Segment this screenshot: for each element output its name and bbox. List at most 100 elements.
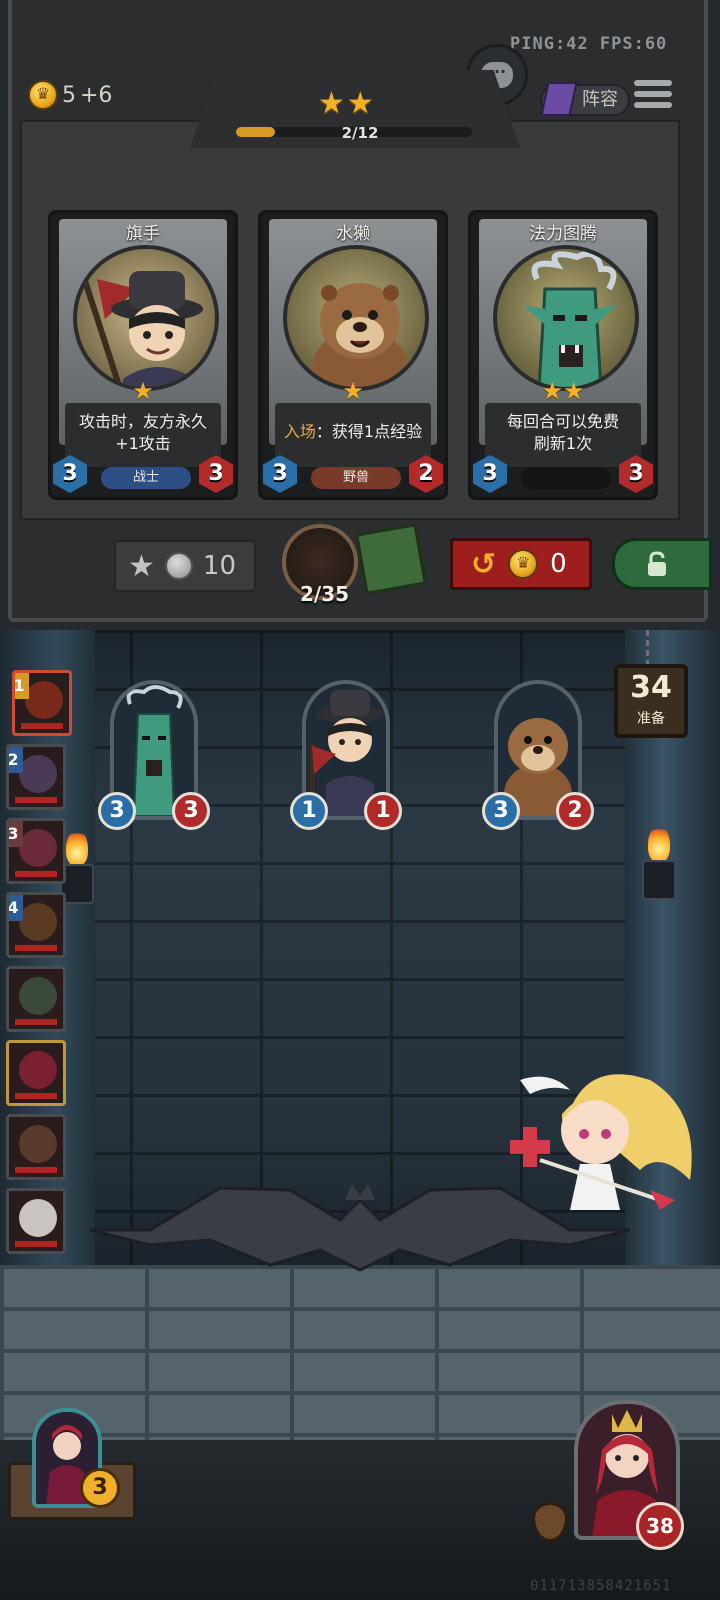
silver-coin-icon (164, 552, 193, 580)
board-unit-mana-totem[interactable]: 3 3 (98, 680, 210, 830)
wall-torch-right (640, 826, 680, 906)
lineup-button[interactable]: 阵容 (540, 82, 630, 116)
xp-progress-fill (236, 127, 276, 137)
angel-companion-icon (510, 1074, 692, 1210)
otter-portrait (283, 245, 429, 391)
avatar (19, 1199, 57, 1237)
ping-fps-readout: PING:42 FPS:60 (510, 34, 668, 54)
unit-attack: 3 (482, 792, 520, 830)
unit-health: 2 (556, 792, 594, 830)
shop-card-otter[interactable]: 水獭 ★ 入场：获得1点经验 野兽 3 2 (258, 210, 448, 500)
avatar (19, 1051, 57, 1089)
player-health-bar (15, 871, 57, 877)
player-slot-7[interactable] (6, 1114, 66, 1180)
lock-icon (648, 551, 666, 576)
gold-counter: 5 +6 (28, 80, 112, 110)
unit-attack: 1 (290, 792, 328, 830)
upgrade-cost: 10 (202, 551, 236, 581)
lineup-label: 阵容 (582, 89, 618, 110)
player-slot-3[interactable]: 3 (6, 818, 66, 884)
gold-coin-icon (28, 80, 58, 110)
board-unit-flagbearer[interactable]: 1 1 (290, 680, 402, 830)
ready-label: 准备 (637, 711, 665, 727)
menu-bar (634, 102, 672, 108)
card-desc-line: +1攻击 (115, 434, 171, 453)
player-health-bar (15, 1167, 57, 1173)
book-icon (540, 82, 578, 116)
upgrade-star-icon: ★ (128, 548, 155, 584)
card-desc-line: 每回合可以免费 (506, 412, 619, 431)
card-name: 水獭 (336, 224, 370, 244)
refresh-arrow-icon: ↺ (471, 546, 497, 582)
menu-button[interactable] (634, 80, 672, 116)
gold-coin-icon (508, 549, 539, 579)
player-rank: 1 (15, 673, 29, 699)
flame-icon (648, 826, 670, 862)
avatar (19, 755, 57, 793)
refresh-cost: 0 (550, 549, 567, 579)
player-health-bar (15, 1093, 57, 1099)
card-description: 每回合可以免费 刷新1次 (485, 403, 641, 467)
player-slot-4[interactable]: 4 (6, 892, 66, 958)
player-slot-5[interactable] (6, 966, 66, 1032)
card-description: 攻击时，友方永久 +1攻击 (65, 403, 221, 467)
player-rank: 4 (9, 895, 23, 921)
card-description: 入场：获得1点经验 (275, 403, 431, 467)
card-tribe: 战士 (101, 467, 191, 489)
flagbearer-portrait (73, 245, 219, 391)
mana-totem-portrait (493, 245, 639, 391)
card-name: 旗手 (126, 224, 160, 244)
avatar (19, 903, 57, 941)
hero-power-level: 3 (80, 1468, 120, 1508)
tavern-tier-stars: ★★ (318, 86, 376, 121)
card-name: 法力图腾 (529, 224, 597, 244)
torch-sconce (642, 860, 676, 900)
upgrade-tavern-button[interactable]: ★ 10 (114, 540, 256, 592)
avatar (25, 681, 63, 719)
player-slot-8[interactable] (6, 1188, 66, 1254)
card-desc-line: 刷新1次 (533, 434, 593, 453)
avatar (19, 1125, 57, 1163)
menu-bar (634, 80, 672, 86)
sign-chain (646, 630, 656, 666)
card-stars: ★ (342, 377, 364, 405)
card-tribe (521, 467, 611, 489)
player-rank: 2 (9, 747, 23, 773)
card-stars: ★★ (541, 377, 585, 405)
avatar (19, 829, 57, 867)
card-desc-line: ：获得1点经验 (315, 422, 423, 441)
shop-card-flagbearer[interactable]: 旗手 ★ 攻击时，友方永久 +1攻击 战士 3 3 (48, 210, 238, 500)
player-slot-1[interactable]: 1 (12, 670, 72, 736)
player-slot-2[interactable]: 2 (6, 744, 66, 810)
card-desc-line: 攻击时，友方永久 (78, 412, 207, 431)
player-rank: 3 (9, 821, 23, 847)
unit-attack: 3 (98, 792, 136, 830)
card-stars: ★ (132, 377, 154, 405)
player-health-bar (15, 797, 57, 803)
gold-amount: 5 (62, 82, 76, 108)
unit-health: 3 (172, 792, 210, 830)
xp-progress-text: 2/12 (341, 124, 379, 142)
refresh-shop-button[interactable]: ↺ 0 (450, 538, 592, 590)
player-health: 38 (636, 1502, 684, 1550)
unit-health: 1 (364, 792, 402, 830)
card-codex-book-icon[interactable] (355, 523, 427, 595)
player-health-bar (21, 723, 63, 729)
card-keyword: 入场 (283, 422, 316, 441)
player-health-bar (15, 1241, 57, 1247)
player-slot-6-self[interactable] (6, 1040, 66, 1106)
player-ranking-sidebar: 1 2 3 4 (0, 670, 72, 1262)
menu-bar (634, 91, 672, 97)
shop-card-mana-totem[interactable]: 法力图腾 ★★ 每回合可以免费 刷新1次 3 3 (468, 210, 658, 500)
gold-income: +6 (80, 82, 113, 108)
avatar (19, 977, 57, 1015)
deck-count: 2/35 (300, 582, 350, 606)
board-unit-otter[interactable]: 3 2 (482, 680, 594, 830)
ready-count-sign: 34 准备 (614, 664, 688, 738)
player-health-bar (15, 945, 57, 951)
user-id: 011713858421651 (530, 1578, 672, 1594)
card-tribe: 野兽 (311, 467, 401, 489)
player-health-bar (15, 1019, 57, 1025)
ready-count: 34 (630, 670, 672, 705)
lock-shop-button[interactable] (612, 538, 712, 590)
